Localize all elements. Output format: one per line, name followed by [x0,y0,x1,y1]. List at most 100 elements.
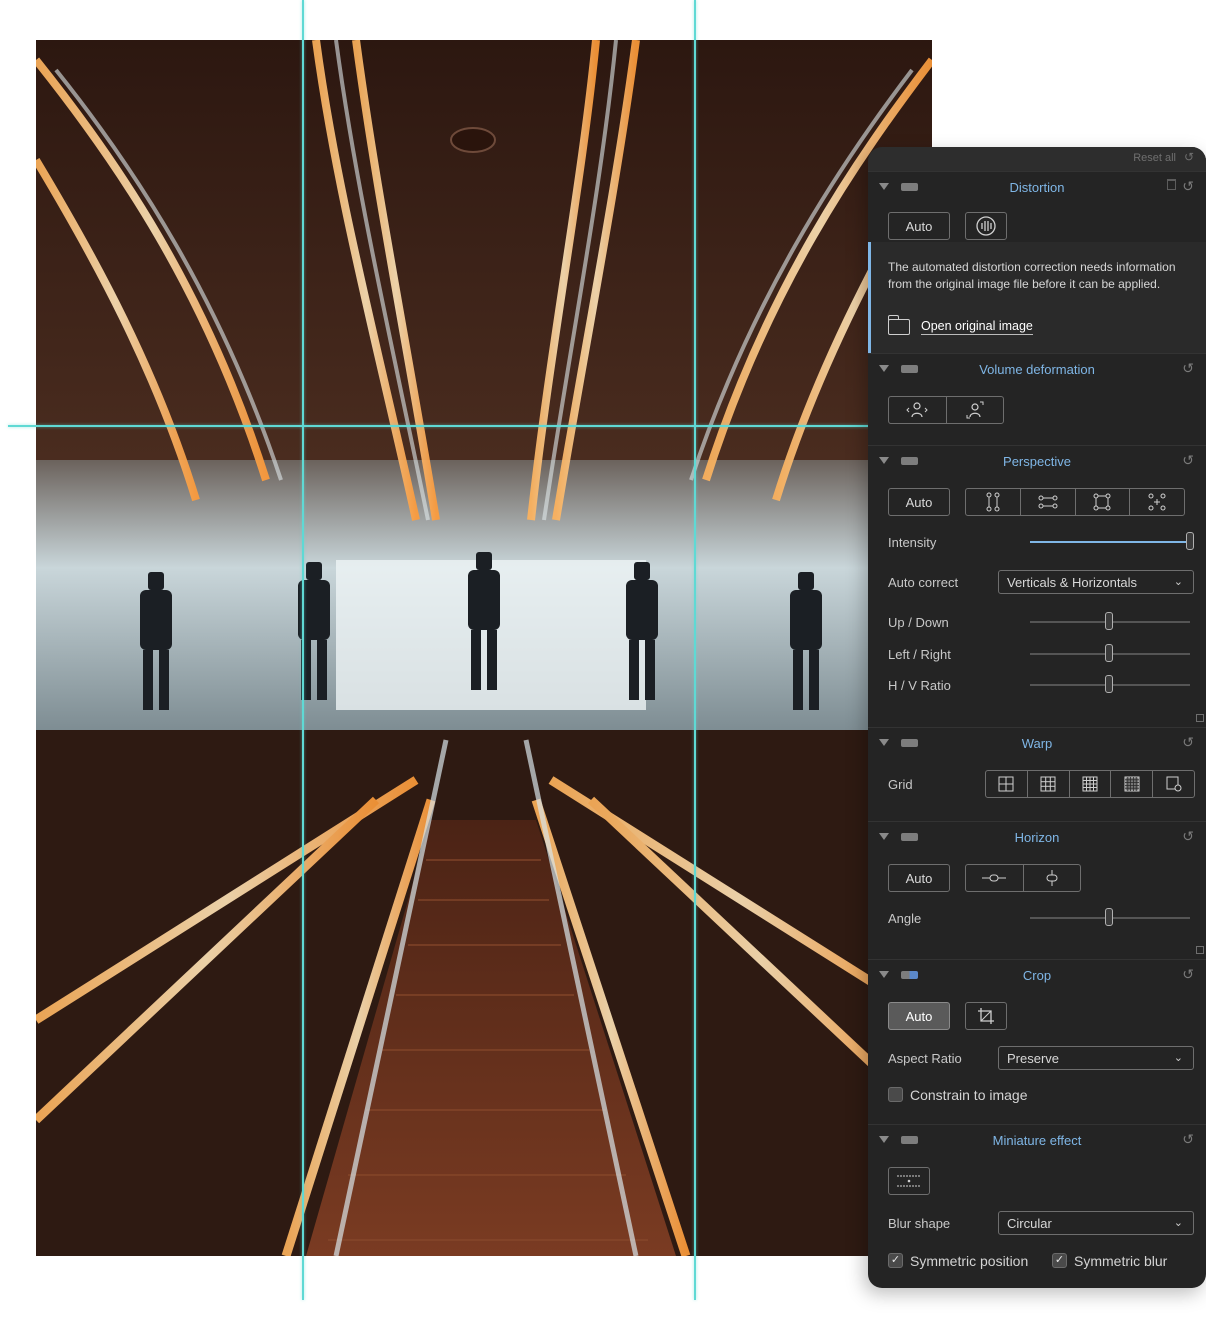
rectangle-corners-icon [1093,493,1111,511]
distortion-section: Distortion ↺ Auto The automated distorti… [868,171,1206,354]
photo-canvas[interactable] [36,40,932,1256]
guide-line-vertical-left[interactable] [302,0,304,1300]
aspect-ratio-value: Preserve [1007,1051,1060,1066]
grid-2x2-button[interactable] [986,771,1027,797]
aspect-ratio-dropdown[interactable]: Preserve ⌄ [998,1046,1194,1070]
horizon-title: Horizon [1014,830,1060,845]
horizon-section: Horizon ↺ Auto Angle [868,821,1206,959]
grid-settings-icon [1166,776,1182,792]
warp-section: Warp ↺ Grid [868,727,1206,821]
open-original-image-link[interactable]: Open original image [921,319,1033,335]
crop-auto-button[interactable]: Auto [888,1002,950,1030]
guide-line-vertical-right[interactable] [694,0,696,1300]
distortion-undo-icon[interactable]: ↺ [1182,178,1194,195]
crop-tool-button[interactable] [965,1002,1007,1030]
trash-icon[interactable] [1167,179,1176,190]
left-right-label: Left / Right [888,647,951,662]
chevron-down-icon: ⌄ [1173,1052,1183,1064]
grid-4x4-icon [1082,776,1098,792]
volume-undo-icon[interactable]: ↺ [1182,360,1194,377]
horizon-undo-icon[interactable]: ↺ [1182,828,1194,845]
reset-all-button[interactable]: Reset all [1133,152,1176,164]
undo-all-icon[interactable]: ↺ [1184,150,1194,164]
hv-ratio-slider-thumb[interactable] [1105,675,1113,693]
grid-label: Grid [888,777,913,792]
intensity-slider-thumb[interactable] [1186,532,1194,550]
up-down-label: Up / Down [888,615,949,630]
lens-profile-icon [976,216,996,236]
folder-icon[interactable] [887,315,910,335]
warp-grid-group [985,770,1195,798]
angle-slider-thumb[interactable] [1105,908,1113,926]
miniature-title: Miniature effect [992,1133,1082,1148]
blur-shape-dropdown[interactable]: Circular ⌄ [998,1211,1194,1235]
perspective-vertical-button[interactable] [966,489,1020,515]
grid-2x2-icon [998,776,1014,792]
intensity-label: Intensity [888,535,937,550]
horizon-vertical-button[interactable] [1022,865,1081,891]
person-center-icon [906,402,928,418]
person-corner-icon [966,401,984,419]
escalator-photo [36,40,932,1256]
crop-header[interactable]: Crop ↺ [868,960,1206,990]
warp-undo-icon[interactable]: ↺ [1182,734,1194,751]
distortion-header[interactable]: Distortion ↺ [868,172,1206,202]
left-right-slider-thumb[interactable] [1105,644,1113,662]
volume-header[interactable]: Volume deformation ↺ [868,354,1206,384]
grid-3x3-button[interactable] [1026,771,1069,797]
volume-title: Volume deformation [979,362,1095,377]
miniature-focus-button[interactable] [888,1167,930,1195]
up-down-slider-thumb[interactable] [1105,612,1113,630]
perspective-horizontal-button[interactable] [1019,489,1075,515]
auto-correct-dropdown[interactable]: Verticals & Horizontals ⌄ [998,570,1194,594]
horizon-level-icon [982,874,1007,882]
panel-topbar: Reset all ↺ [868,147,1206,171]
symmetric-blur-checkbox[interactable]: ✓ [1052,1253,1067,1268]
horizon-mode-group [965,864,1081,892]
grid-dense-icon [1124,776,1140,792]
grid-dense-button[interactable] [1110,771,1152,797]
aspect-ratio-label: Aspect Ratio [888,1051,962,1066]
grid-4x4-button[interactable] [1068,771,1111,797]
intensity-slider-track[interactable] [1030,541,1190,543]
miniature-header[interactable]: Miniature effect ↺ [868,1125,1206,1155]
crop-icon [978,1008,994,1024]
volume-face-corner-button[interactable] [945,397,1004,423]
volume-deformation-section: Volume deformation ↺ [868,353,1206,445]
distortion-title: Distortion [1009,180,1065,195]
horizon-vertical-icon [1046,870,1058,886]
vertical-lines-icon [986,492,1000,512]
hv-ratio-label: H / V Ratio [888,678,951,693]
crop-title: Crop [1022,968,1052,983]
grid-3x3-icon [1040,776,1056,792]
distortion-profile-button[interactable] [965,212,1007,240]
grid-custom-button[interactable] [1152,771,1194,797]
perspective-points-button[interactable] [1129,489,1184,515]
horizontal-lines-icon [1038,495,1058,509]
tilt-shift-icon [897,1175,921,1187]
horizon-header[interactable]: Horizon ↺ [868,822,1206,852]
crop-undo-icon[interactable]: ↺ [1182,966,1194,983]
perspective-undo-icon[interactable]: ↺ [1182,452,1194,469]
miniature-undo-icon[interactable]: ↺ [1182,1131,1194,1148]
collapse-corner-icon[interactable] [1196,714,1204,722]
distortion-info-box: The automated distortion correction need… [868,242,1206,354]
warp-header[interactable]: Warp ↺ [868,728,1206,758]
perspective-mode-group [965,488,1185,516]
perspective-auto-button[interactable]: Auto [888,488,950,516]
distortion-auto-button[interactable]: Auto [888,212,950,240]
symmetric-position-label: Symmetric position [910,1253,1029,1269]
auto-correct-value: Verticals & Horizontals [1007,575,1138,590]
symmetric-position-checkbox[interactable]: ✓ [888,1253,903,1268]
perspective-rectangle-button[interactable] [1074,489,1130,515]
collapse-corner-icon[interactable] [1196,946,1204,954]
constrain-checkbox[interactable] [888,1087,903,1102]
guide-line-horizontal[interactable] [8,425,870,427]
horizon-auto-button[interactable]: Auto [888,864,950,892]
volume-face-center-button[interactable] [889,397,946,423]
perspective-header[interactable]: Perspective ↺ [868,446,1206,476]
chevron-down-icon: ⌄ [1173,1217,1183,1229]
add-points-icon [1148,493,1166,511]
auto-correct-label: Auto correct [888,575,959,590]
horizon-level-button[interactable] [966,865,1023,891]
